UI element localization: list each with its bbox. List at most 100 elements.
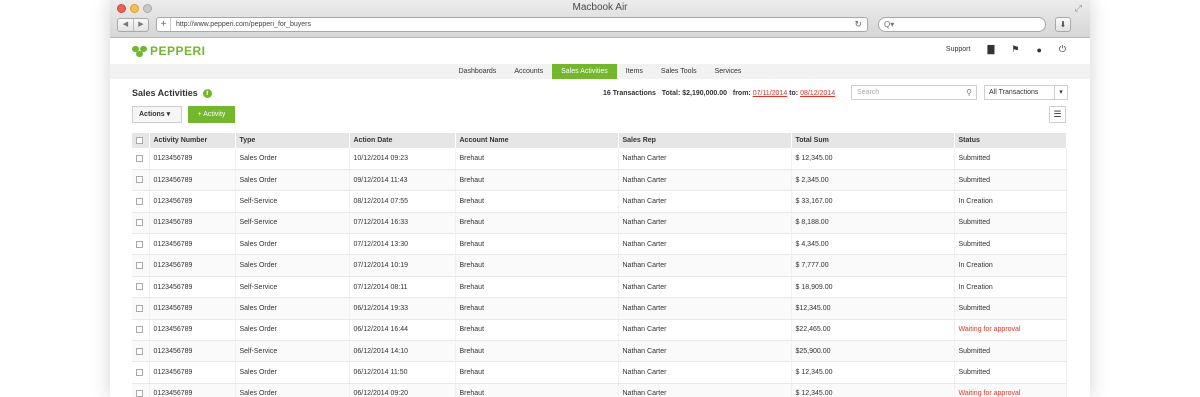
transaction-summary: 16 Transactions Total: $2,190,000.00 fro…	[603, 90, 835, 97]
status-cell: Submitted	[954, 297, 1067, 320]
row-select-cell	[132, 190, 150, 213]
account-name-cell: Brehaut	[455, 340, 619, 363]
account-name-cell: Brehaut	[455, 233, 619, 256]
power-icon[interactable]: ⏻	[1059, 44, 1066, 55]
row-checkbox[interactable]	[136, 154, 143, 162]
table-row[interactable]: 0123456789 Sales Order 07/12/2014 13:30 Bre…	[132, 233, 1067, 256]
tab-dashboards[interactable]: Dashboards	[450, 64, 506, 79]
activity-number-cell: 0123456789	[149, 169, 236, 192]
column-header[interactable]: Status	[954, 133, 1067, 148]
transaction-count: 16 Transactions	[603, 90, 656, 97]
row-checkbox[interactable]	[136, 219, 143, 227]
row-checkbox[interactable]	[136, 240, 143, 248]
chevron-down-icon[interactable]: ▾	[1054, 86, 1067, 99]
tab-sales-tools[interactable]: Sales Tools	[652, 64, 706, 79]
row-checkbox[interactable]	[136, 326, 143, 334]
list-view-menu-icon[interactable]: ☰	[1049, 106, 1066, 123]
logo-text: PEPPERI	[150, 44, 206, 58]
table-row[interactable]: 0123456789 Sales Order 10/12/2014 09:23 Bre…	[132, 148, 1067, 170]
downloads-icon[interactable]: ⬇	[1055, 17, 1071, 32]
sales-rep-cell: Nathan Carter	[618, 340, 792, 363]
table-row[interactable]: 0123456789 Sales Order 09/12/2014 11:43 Bre…	[132, 169, 1067, 192]
pepperi-logo[interactable]: PEPPERI	[132, 44, 206, 58]
activity-number-cell: 0123456789	[149, 383, 236, 397]
table-row[interactable]: 0123456789 Self-Service 06/12/2014 14:10 Br…	[132, 340, 1067, 363]
table-row[interactable]: 0123456789 Sales Order 06/12/2014 11:50 Bre…	[132, 361, 1067, 384]
action-date-cell: 10/12/2014 09:23	[349, 148, 456, 170]
row-select-cell	[132, 297, 150, 320]
type-cell: Self-Service	[235, 190, 350, 213]
forward-button[interactable]: ▶	[133, 18, 148, 31]
url-text: http://www.pepperi.com/pepperi_for_buyer…	[176, 21, 312, 28]
type-cell: Sales Order	[235, 169, 350, 192]
table-body: 0123456789 Sales Order 10/12/2014 09:23 Bre…	[132, 148, 1067, 397]
total-sum-cell: $ 8,188.00	[791, 212, 955, 235]
to-date[interactable]: 08/12/2014	[800, 90, 835, 97]
add-bookmark-icon[interactable]: +	[157, 18, 171, 31]
row-checkbox[interactable]	[136, 176, 143, 184]
status-cell: Submitted	[954, 212, 1067, 235]
sales-rep-cell: Nathan Carter	[618, 148, 792, 170]
flag-icon[interactable]: ⚑	[1011, 44, 1019, 55]
column-header[interactable]: Account Name	[455, 133, 619, 148]
support-link[interactable]: Support	[946, 46, 971, 53]
tab-items[interactable]: Items	[617, 64, 652, 79]
tab-sales-activities[interactable]: Sales Activities	[552, 64, 617, 79]
reload-icon[interactable]: ↻	[854, 19, 862, 30]
from-date[interactable]: 07/11/2014	[753, 90, 788, 97]
account-name-cell: Brehaut	[455, 190, 619, 213]
activity-number-cell: 0123456789	[149, 319, 236, 342]
account-name-cell: Brehaut	[455, 319, 619, 342]
browser-search-input[interactable]: Q▾	[878, 17, 1046, 32]
row-checkbox[interactable]	[136, 347, 143, 355]
table-row[interactable]: 0123456789 Self-Service 07/12/2014 08:11 Br…	[132, 276, 1067, 299]
info-icon[interactable]: i	[202, 88, 212, 98]
column-header[interactable]: Type	[235, 133, 350, 148]
table-row[interactable]: 0123456789 Self-Service 07/12/2014 16:33 Br…	[132, 212, 1067, 235]
row-checkbox[interactable]	[136, 261, 143, 269]
table-row[interactable]: 0123456789 Sales Order 06/12/2014 09:20 Bre…	[132, 383, 1067, 397]
column-header[interactable]: Action Date	[349, 133, 456, 148]
type-cell: Sales Order	[235, 254, 350, 277]
browser-window: Macbook Air ⤢ ◀ ▶ + http://www.pepperi.c…	[110, 0, 1090, 397]
row-checkbox[interactable]	[136, 304, 143, 312]
status-cell: In Creation	[954, 190, 1067, 213]
actions-dropdown-button[interactable]: Actions ▾	[132, 106, 182, 123]
row-select-cell	[132, 212, 150, 235]
address-bar[interactable]: + http://www.pepperi.com/pepperi_for_buy…	[156, 17, 868, 32]
search-icon[interactable]: ⚲	[966, 86, 972, 99]
account-name-cell: Brehaut	[455, 212, 619, 235]
table-row[interactable]: 0123456789 Self-Service 08/12/2014 07:55 Br…	[132, 190, 1067, 213]
status-cell: Submitted	[954, 169, 1067, 192]
table-row[interactable]: 0123456789 Sales Order 06/12/2014 16:44 Bre…	[132, 319, 1067, 342]
select-all-checkbox[interactable]	[136, 136, 143, 144]
row-checkbox[interactable]	[136, 368, 143, 376]
total-sum-cell: $ 12,345.00	[791, 148, 955, 170]
column-header[interactable]: Total Sum	[791, 133, 955, 148]
row-checkbox[interactable]	[136, 283, 143, 291]
document-icon[interactable]: ▇	[987, 44, 994, 55]
tab-accounts[interactable]: Accounts	[505, 64, 552, 79]
row-checkbox[interactable]	[136, 197, 143, 205]
fullscreen-icon[interactable]: ⤢	[1075, 3, 1082, 14]
sales-rep-cell: Nathan Carter	[618, 212, 792, 235]
table-row[interactable]: 0123456789 Sales Order 07/12/2014 10:19 Bre…	[132, 254, 1067, 277]
search-input[interactable]: Search ⚲	[851, 85, 977, 100]
add-activity-button[interactable]: + Activity	[188, 106, 235, 123]
row-checkbox[interactable]	[136, 390, 143, 397]
column-header[interactable]: Sales Rep	[618, 133, 792, 148]
table-row[interactable]: 0123456789 Sales Order 06/12/2014 19:33 Bre…	[132, 297, 1067, 320]
transaction-filter-select[interactable]: All Transactions ▾	[984, 85, 1068, 100]
activity-number-cell: 0123456789	[149, 212, 236, 235]
app-header: PEPPERI Support ▇ ⚑ ● ⏻	[110, 38, 1090, 64]
tab-services[interactable]: Services	[706, 64, 751, 79]
row-select-cell	[132, 254, 150, 277]
user-icon[interactable]: ●	[1036, 45, 1041, 55]
row-select-cell	[132, 276, 150, 299]
status-cell: In Creation	[954, 254, 1067, 277]
row-select-cell	[132, 233, 150, 256]
column-header[interactable]: Activity Number	[149, 133, 236, 148]
account-name-cell: Brehaut	[455, 297, 619, 320]
back-button[interactable]: ◀	[118, 19, 133, 31]
activity-number-cell: 0123456789	[149, 361, 236, 384]
